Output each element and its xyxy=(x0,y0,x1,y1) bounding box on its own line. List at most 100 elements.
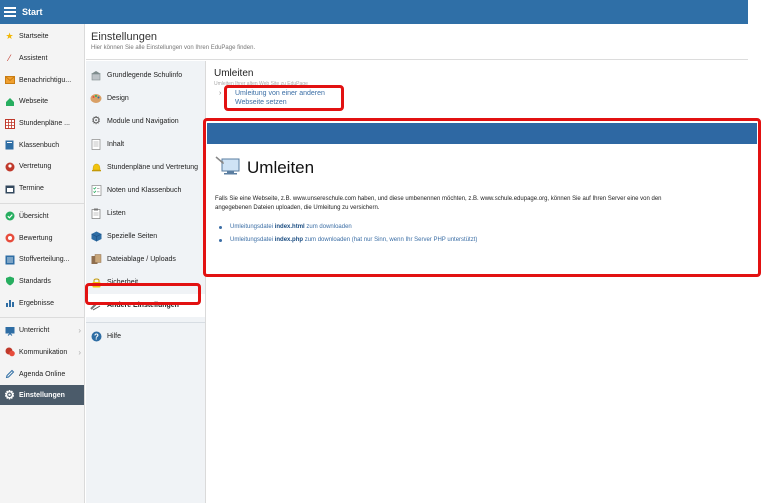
page-subtitle: Hier können Sie alle Einstellungen von I… xyxy=(91,45,256,51)
sidebar-divider xyxy=(0,200,84,204)
document-icon xyxy=(89,139,103,151)
checklist-icon xyxy=(89,185,103,197)
sidebar-item-label: Übersicht xyxy=(19,212,49,220)
person-icon xyxy=(4,161,15,172)
app-root: Start ★ Startseite ⁄ Assistent Benachric… xyxy=(0,0,764,503)
sidebar-item-assistent[interactable]: ⁄ Assistent xyxy=(0,48,84,70)
sidebar-item-label: Klassenbuch xyxy=(19,141,60,149)
main-sidebar: ★ Startseite ⁄ Assistent Benachrichtigu.… xyxy=(0,24,85,503)
settings-item-stundenplaene-und-vertretung[interactable]: Stundenpläne und Vertretung xyxy=(86,156,205,179)
sidebar-item-uebersicht[interactable]: Übersicht xyxy=(0,206,84,228)
palette-icon xyxy=(89,93,103,105)
settings-item-label: Design xyxy=(107,95,129,102)
sidebar-item-label: Agenda Online xyxy=(19,370,66,378)
chat-icon xyxy=(4,347,15,358)
sidebar-item-label: Stoffverteilung... xyxy=(19,256,70,264)
sidebar-item-label: Benachrichtigu... xyxy=(19,76,72,84)
sidebar-item-agenda-online[interactable]: Agenda Online xyxy=(0,363,84,385)
settings-item-label: Stundenpläne und Vertretung xyxy=(107,164,199,171)
top-bar: Start xyxy=(0,0,748,24)
settings-item-inhalt[interactable]: Inhalt xyxy=(86,133,205,156)
settings-item-module-und-navigation[interactable]: ⚙ Module und Navigation xyxy=(86,110,205,133)
gear-icon: ⚙ xyxy=(4,388,15,402)
school-icon xyxy=(89,70,103,82)
app-title[interactable]: Start xyxy=(22,7,43,17)
sidebar-item-termine[interactable]: Termine xyxy=(0,178,84,200)
shield-icon xyxy=(4,276,15,287)
sidebar-item-benachrichtigungen[interactable]: Benachrichtigu... xyxy=(0,69,84,91)
settings-item-label: Noten und Klassenbuch xyxy=(107,187,182,194)
sidebar-item-label: Ergebnisse xyxy=(19,299,55,307)
chart-icon xyxy=(4,298,15,309)
sidebar-item-vertretung[interactable]: Vertretung xyxy=(0,156,84,178)
sidebar-item-einstellungen[interactable]: ⚙ Einstellungen xyxy=(0,385,84,405)
settings-item-label: Spezielle Seiten xyxy=(107,233,158,240)
star-icon: ★ xyxy=(5,31,14,42)
settings-item-dateiablage-uploads[interactable]: Dateiablage / Uploads xyxy=(86,248,205,271)
settings-item-label: Grundlegende Schulinfo xyxy=(107,72,183,79)
files-icon xyxy=(89,254,103,266)
menu-icon[interactable] xyxy=(4,7,16,17)
cube-icon xyxy=(89,231,103,243)
sidebar-item-label: Unterricht xyxy=(19,327,50,335)
sidebar-item-bewertung[interactable]: Bewertung xyxy=(0,227,84,249)
sidebar-divider xyxy=(0,314,84,318)
wand-icon: ⁄ xyxy=(8,53,11,64)
chevron-right-icon: › xyxy=(219,90,222,97)
clipboard-icon xyxy=(89,208,103,220)
settings-item-noten-und-klassenbuch[interactable]: Noten und Klassenbuch xyxy=(86,179,205,202)
content-title: Umleiten xyxy=(214,68,254,79)
highlight-redirect-link xyxy=(224,85,344,111)
settings-item-spezielle-seiten[interactable]: Spezielle Seiten xyxy=(86,225,205,248)
sidebar-item-stoffverteilung[interactable]: Stoffverteilung... xyxy=(0,249,84,271)
check-circle-icon xyxy=(4,211,15,222)
sidebar-item-standards[interactable]: Standards xyxy=(0,271,84,293)
sidebar-item-startseite[interactable]: ★ Startseite xyxy=(0,26,84,48)
grid-icon xyxy=(4,118,15,129)
help-icon: ? xyxy=(89,331,103,343)
sidebar-item-label: Standards xyxy=(19,277,51,285)
sidebar-item-unterricht[interactable]: Unterricht › xyxy=(0,320,84,342)
sidebar-item-label: Kommunikation xyxy=(19,348,68,356)
mail-icon xyxy=(4,75,15,86)
sidebar-item-ergebnisse[interactable]: Ergebnisse xyxy=(0,292,84,314)
sidebar-item-kommunikation[interactable]: Kommunikation › xyxy=(0,342,84,364)
highlight-andere-einstellungen xyxy=(85,283,201,305)
settings-item-hilfe[interactable]: ? Hilfe xyxy=(86,325,205,348)
settings-item-listen[interactable]: Listen xyxy=(86,202,205,225)
sidebar-item-stundenplaene[interactable]: Stundenpläne ... xyxy=(0,113,84,135)
settings-menu: Grundlegende Schulinfo Design ⚙ Module u… xyxy=(86,61,206,503)
settings-item-label: Inhalt xyxy=(107,141,125,148)
home-icon xyxy=(4,96,15,107)
page-title: Einstellungen xyxy=(91,31,158,43)
chevron-right-icon: › xyxy=(78,347,81,357)
settings-item-label: Dateiablage / Uploads xyxy=(107,256,176,263)
settings-item-design[interactable]: Design xyxy=(86,87,205,110)
sidebar-item-label: Stundenpläne ... xyxy=(19,120,70,128)
pen-icon xyxy=(4,369,15,380)
sidebar-item-webseite[interactable]: Webseite xyxy=(0,91,84,113)
settings-item-label: Hilfe xyxy=(107,333,122,340)
svg-text:?: ? xyxy=(94,332,99,341)
sidebar-item-label: Assistent xyxy=(19,55,48,63)
gear-icon: ⚙ xyxy=(91,115,101,127)
page-header: Einstellungen Hier können Sie alle Einst… xyxy=(86,24,748,60)
settings-item-label: Listen xyxy=(107,210,126,217)
chevron-right-icon: › xyxy=(78,326,81,336)
sidebar-item-label: Webseite xyxy=(19,98,49,106)
sidebar-item-label: Startseite xyxy=(19,33,49,41)
list-icon xyxy=(4,254,15,265)
calendar-icon xyxy=(4,183,15,194)
board-icon xyxy=(4,325,15,336)
settings-item-grundlegende-schulinfo[interactable]: Grundlegende Schulinfo xyxy=(86,64,205,87)
book-icon xyxy=(4,140,15,151)
sidebar-item-label: Bewertung xyxy=(19,234,53,242)
sidebar-item-label: Einstellungen xyxy=(19,391,65,399)
bell-icon xyxy=(89,162,103,174)
highlight-dialog xyxy=(203,118,761,277)
settings-item-label: Module und Navigation xyxy=(107,118,179,125)
target-icon xyxy=(4,233,15,244)
sidebar-item-klassenbuch[interactable]: Klassenbuch xyxy=(0,134,84,156)
sidebar-item-label: Vertretung xyxy=(19,163,52,171)
sidebar-item-label: Termine xyxy=(19,185,44,193)
